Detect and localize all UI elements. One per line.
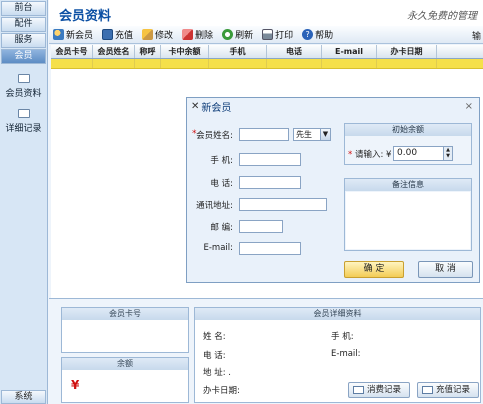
spend-records-label: 消费记录 [367,385,402,395]
help-button[interactable]: ? 帮助 [302,28,333,41]
notes-textarea[interactable] [346,192,470,249]
nav-system[interactable]: 系统 [1,390,46,404]
table-row[interactable] [51,59,483,69]
toolbar: 新会员 充值 修改 删除 刷新 打印 ? 帮助 输 [49,26,483,44]
chevron-down-icon[interactable]: ▼ [320,129,330,140]
recharge-button[interactable]: 充值 [102,28,133,41]
recharge-label: 充值 [115,31,134,41]
detail-address: 地 址: . [203,368,231,378]
folder-icon [353,386,364,394]
balance-symbol: ¥ [71,378,80,392]
card-number-panel: 会员卡号 [61,307,189,353]
amount-label: * 请输入: ¥ [348,150,392,160]
toolbar-overflow: 输 [471,32,481,42]
col-balance[interactable]: 卡中余额 [161,45,209,58]
header: 会员资料 永久免费的管理 [49,0,483,26]
page-title: 会员资料 [59,9,112,24]
close-icon[interactable]: × [465,101,473,112]
member-detail-area: 会员卡号 余额 ¥ 会员详细资料 姓 名: 手 机: 电 话: E-mail: … [49,298,483,404]
col-date[interactable]: 办卡日期 [377,45,437,58]
table-header: 会员卡号 会员姓名 称呼 卡中余额 手机 电话 E-mail 办卡日期 [51,45,483,59]
edit-label: 修改 [155,31,174,41]
recharge-records-button[interactable]: 充值记录 [417,382,479,398]
balance-title: 余额 [62,358,188,370]
nav-service[interactable]: 服务 [1,33,46,48]
address-label: 通讯地址: [196,201,233,211]
clipboard-icon [17,74,30,83]
initial-balance-title: 初始余额 [345,124,471,136]
spinner-icon[interactable]: ▲ ▼ [443,147,452,160]
nav-link-label: 详细记录 [5,124,42,134]
col-email[interactable]: E-mail [322,45,377,58]
detail-phone: 电 话: [203,351,226,361]
slogan: 永久免费的管理 [407,11,477,22]
notes-title: 备注信息 [345,179,471,191]
notes-group: 备注信息 [344,178,472,251]
spend-records-button[interactable]: 消费记录 [348,382,410,398]
ok-button[interactable]: 确 定 [344,261,404,278]
delete-label: 删除 [195,31,214,41]
initial-balance-group: 初始余额 * 请输入: ¥ 0.00 ▲ ▼ [344,123,472,165]
nav-frontdesk[interactable]: 前台 [1,1,46,16]
phone-input[interactable] [239,176,301,189]
card-number-title: 会员卡号 [62,308,188,320]
folder-icon [422,386,433,394]
detail-email: E-mail: [331,349,361,359]
col-phone[interactable]: 电话 [267,45,322,58]
dialog-titlebar[interactable]: ✕ 新会员 [187,98,479,115]
balance-panel: 余额 ¥ [61,357,189,403]
email-input[interactable] [239,242,301,255]
card-icon [102,29,114,40]
refresh-icon [222,29,234,40]
pencil-icon [142,29,154,40]
col-title[interactable]: 称呼 [135,45,161,58]
member-detail-title: 会员详细资料 [195,308,480,320]
dialog-title: 新会员 [201,103,232,114]
nav-parts[interactable]: 配件 [1,17,46,32]
gender-select[interactable]: 先生 ▼ [293,128,331,141]
phone-label: 电 话: [210,179,233,189]
detail-name: 姓 名: [203,332,226,342]
col-name[interactable]: 会员姓名 [93,45,135,58]
new-member-label: 新会员 [66,31,94,41]
refresh-button[interactable]: 刷新 [222,28,253,41]
col-mobile[interactable]: 手机 [209,45,267,58]
delete-button[interactable]: 删除 [182,28,213,41]
tools-icon: ✕ [191,101,200,112]
nav-member[interactable]: 会员 [1,49,46,64]
col-card-no[interactable]: 会员卡号 [51,45,93,58]
nav-link-label: 会员资料 [5,89,42,99]
name-input[interactable] [239,128,289,141]
address-input[interactable] [239,198,327,211]
recharge-records-label: 充值记录 [436,385,471,395]
mobile-label: 手 机: [210,156,233,166]
nav-link-member-info[interactable]: 会员资料 [0,74,47,99]
add-user-icon [53,29,64,40]
help-icon: ? [302,29,314,40]
refresh-label: 刷新 [235,31,254,41]
print-button[interactable]: 打印 [262,28,293,41]
amount-input[interactable]: 0.00 ▲ ▼ [393,146,453,161]
folder-icon [17,109,30,118]
left-nav: 前台 配件 服务 会员 会员资料 详细记录 系统 [0,0,48,404]
zip-label: 邮 编: [210,223,233,233]
help-label: 帮助 [315,31,334,41]
print-label: 打印 [275,31,294,41]
detail-date: 办卡日期: [203,386,240,396]
name-label: 会员姓名: [196,131,233,141]
printer-icon [262,29,274,40]
member-detail-panel: 会员详细资料 姓 名: 手 机: 电 话: E-mail: 地 址: . 办卡日… [194,307,481,403]
gender-value: 先生 [296,130,312,139]
edit-button[interactable]: 修改 [142,28,173,41]
detail-mobile: 手 机: [331,332,354,342]
zip-input[interactable] [239,220,283,233]
mobile-input[interactable] [239,153,301,166]
email-label: E-mail: [203,243,233,253]
delete-icon [182,29,194,40]
new-member-dialog: ✕ 新会员 × * 会员姓名: 先生 ▼ 手 机: 电 话: 通讯地址: 邮 编… [186,97,480,283]
cancel-button[interactable]: 取 消 [418,261,473,278]
new-member-button[interactable]: 新会员 [53,28,93,41]
nav-link-detail-records[interactable]: 详细记录 [0,109,47,134]
